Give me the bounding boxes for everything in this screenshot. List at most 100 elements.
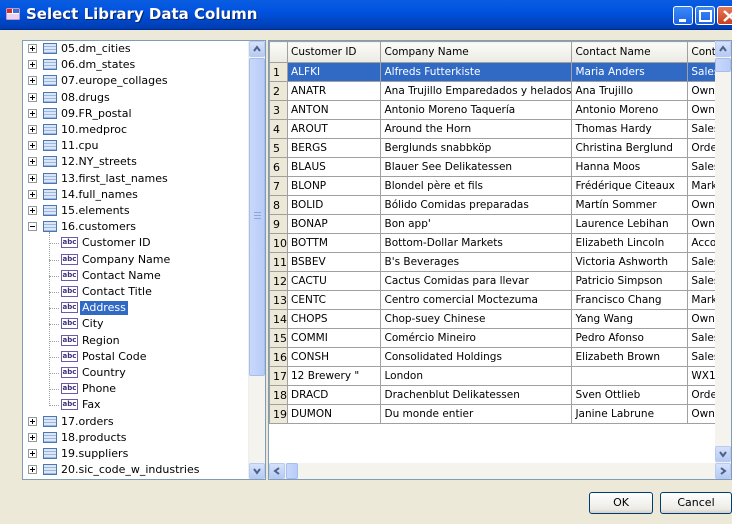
table-cell[interactable]: Ana Trujillo	[571, 81, 689, 101]
tree-table-item[interactable]: 13.first_last_names	[23, 171, 249, 187]
expand-icon[interactable]	[28, 173, 37, 183]
scroll-up-button[interactable]	[715, 41, 731, 57]
table-cell[interactable]: CONSH	[286, 347, 382, 367]
table-row[interactable]: 2 ANATR Ana Trujillo Emparedados y helados…	[269, 81, 731, 101]
table-cell[interactable]: Blauer See Delikatessen	[380, 157, 573, 177]
tree-table-item[interactable]: 12.NY_streets	[23, 154, 249, 170]
table-cell[interactable]: London	[380, 366, 573, 386]
minimize-button[interactable]	[673, 6, 693, 25]
table-cell[interactable]: Consolidated Holdings	[380, 347, 573, 367]
table-row[interactable]: 4 AROUT Around the Horn Thomas Hardy Sales R	[269, 119, 731, 139]
table-cell[interactable]: Francisco Chang	[571, 290, 689, 310]
table-cell[interactable]: Du monde entier	[380, 404, 573, 424]
table-cell[interactable]: BOLID	[286, 195, 382, 215]
tree-table-item[interactable]: 15.elements	[23, 203, 249, 219]
tree-table-item[interactable]: 20.sic_code_w_industries	[23, 462, 249, 478]
table-cell[interactable]: Around the Horn	[380, 119, 573, 139]
table-row[interactable]: 1 ALFKI Alfreds Futterkiste Maria Anders Sal…	[269, 62, 731, 82]
table-cell[interactable]: BLONP	[286, 176, 382, 196]
expand-icon[interactable]	[28, 44, 37, 53]
table-cell[interactable]: Sven Ottlieb	[571, 385, 689, 405]
scroll-down-button[interactable]	[249, 463, 265, 479]
table-row[interactable]: 17 12 Brewery " London WX1 6	[269, 366, 731, 386]
table-cell[interactable]: Thomas Hardy	[571, 119, 689, 139]
table-cell[interactable]: Drachenblut Delikatessen	[380, 385, 573, 405]
expand-icon[interactable]	[28, 157, 37, 167]
table-cell[interactable]: Alfreds Futterkiste	[380, 62, 573, 82]
tree-table-item[interactable]: 10.medproc	[23, 122, 249, 138]
table-cell[interactable]: Patricio Simpson	[571, 271, 689, 291]
scroll-thumb[interactable]	[286, 463, 298, 479]
table-cell[interactable]: BLAUS	[286, 157, 382, 177]
table-row[interactable]: 5 BERGS Berglunds snabbköp Christina Berglu…	[269, 138, 731, 158]
table-row[interactable]: 19 DUMON Du monde entier Janine Labrune Owne…	[269, 404, 731, 424]
table-cell[interactable]: Hanna Moos	[571, 157, 689, 177]
grid-horizontal-scrollbar[interactable]	[269, 463, 731, 479]
column-header[interactable]: Customer ID	[286, 41, 382, 63]
tree-table-item[interactable]: 16.customers	[23, 219, 249, 235]
tree-column-item[interactable]: abc Region	[23, 333, 249, 349]
table-row[interactable]: 7 BLONP Blondel père et fils Frédérique Cit…	[269, 176, 731, 196]
tree-table-item[interactable]: 05.dm_cities	[23, 41, 249, 57]
tree-column-item[interactable]: abc Contact Name	[23, 268, 249, 284]
table-tree[interactable]: 05.dm_cities 06.dm_states 07.europe_collag…	[22, 40, 266, 480]
table-cell[interactable]: Maria Anders	[571, 62, 689, 82]
table-cell[interactable]: ALFKI	[286, 62, 382, 82]
table-cell[interactable]: Comércio Mineiro	[380, 328, 573, 348]
tree-table-item[interactable]: 21.sp500	[23, 478, 249, 479]
table-row[interactable]: 16 CONSH Consolidated Holdings Elizabeth Br…	[269, 347, 731, 367]
table-cell[interactable]: BERGS	[286, 138, 382, 158]
expand-icon[interactable]	[28, 108, 37, 118]
table-row[interactable]: 12 CACTU Cactus Comidas para llevar Patrici…	[269, 271, 731, 291]
table-cell[interactable]: Elizabeth Brown	[571, 347, 689, 367]
data-grid[interactable]: Customer ID Company Name Contact Name Co…	[268, 40, 732, 480]
scroll-down-button[interactable]	[715, 446, 731, 462]
tree-table-item[interactable]: 06.dm_states	[23, 57, 249, 73]
cancel-button[interactable]: Cancel	[660, 492, 732, 514]
table-cell[interactable]: Antonio Moreno Taquería	[380, 100, 573, 120]
scroll-up-button[interactable]	[249, 41, 265, 57]
table-cell[interactable]: ANTON	[286, 100, 382, 120]
table-row[interactable]: 14 CHOPS Chop-suey Chinese Yang Wang Owner	[269, 309, 731, 329]
tree-table-item[interactable]: 17.orders	[23, 414, 249, 430]
tree-column-item[interactable]: abc Postal Code	[23, 349, 249, 365]
tree-table-item[interactable]: 18.products	[23, 430, 249, 446]
table-cell[interactable]: Cactus Comidas para llevar	[380, 271, 573, 291]
tree-table-item[interactable]: 07.europe_collages	[23, 73, 249, 89]
tree-table-item[interactable]: 19.suppliers	[23, 446, 249, 462]
tree-table-item[interactable]: 09.FR_postal	[23, 106, 249, 122]
table-row[interactable]: 15 COMMI Comércio Mineiro Pedro Afonso Sales…	[269, 328, 731, 348]
table-row[interactable]: 10 BOTTM Bottom-Dollar Markets Elizabeth Li…	[269, 233, 731, 253]
table-cell[interactable]: Frédérique Citeaux	[571, 176, 689, 196]
table-row[interactable]: 13 CENTC Centro comercial Moctezuma Francis…	[269, 290, 731, 310]
table-cell[interactable]: BOTTM	[286, 233, 382, 253]
table-cell[interactable]: CHOPS	[286, 309, 382, 329]
title-bar[interactable]: Select Library Data Column	[0, 0, 732, 30]
table-cell[interactable]: Bon app'	[380, 214, 573, 234]
table-cell[interactable]: Ana Trujillo Emparedados y helados	[380, 81, 573, 101]
grid-vertical-scrollbar[interactable]	[715, 41, 731, 463]
table-cell[interactable]	[571, 366, 689, 386]
expand-icon[interactable]	[28, 432, 37, 442]
expand-icon[interactable]	[28, 449, 37, 458]
scroll-thumb[interactable]	[715, 58, 731, 72]
tree-vertical-scrollbar[interactable]	[248, 41, 265, 479]
column-header[interactable]: Company Name	[380, 41, 573, 63]
table-cell[interactable]: Laurence Lebihan	[571, 214, 689, 234]
table-cell[interactable]: CENTC	[286, 290, 382, 310]
table-cell[interactable]: Centro comercial Moctezuma	[380, 290, 573, 310]
table-row[interactable]: 3 ANTON Antonio Moreno Taquería Antonio Mor…	[269, 100, 731, 120]
table-cell[interactable]: AROUT	[286, 119, 382, 139]
tree-column-item[interactable]: abc Contact Title	[23, 284, 249, 300]
table-cell[interactable]: Janine Labrune	[571, 404, 689, 424]
expand-icon[interactable]	[28, 125, 37, 134]
table-cell[interactable]: 12 Brewery "	[286, 366, 382, 386]
table-cell[interactable]: B's Beverages	[380, 252, 573, 272]
table-cell[interactable]: CACTU	[286, 271, 382, 291]
table-row[interactable]: 18 DRACD Drachenblut Delikatessen Sven Ottl…	[269, 385, 731, 405]
table-cell[interactable]: Antonio Moreno	[571, 100, 689, 120]
tree-column-item[interactable]: abc Country	[23, 365, 249, 381]
table-cell[interactable]: COMMI	[286, 328, 382, 348]
column-header[interactable]: Contact Name	[571, 41, 689, 63]
table-cell[interactable]: Elizabeth Lincoln	[571, 233, 689, 253]
